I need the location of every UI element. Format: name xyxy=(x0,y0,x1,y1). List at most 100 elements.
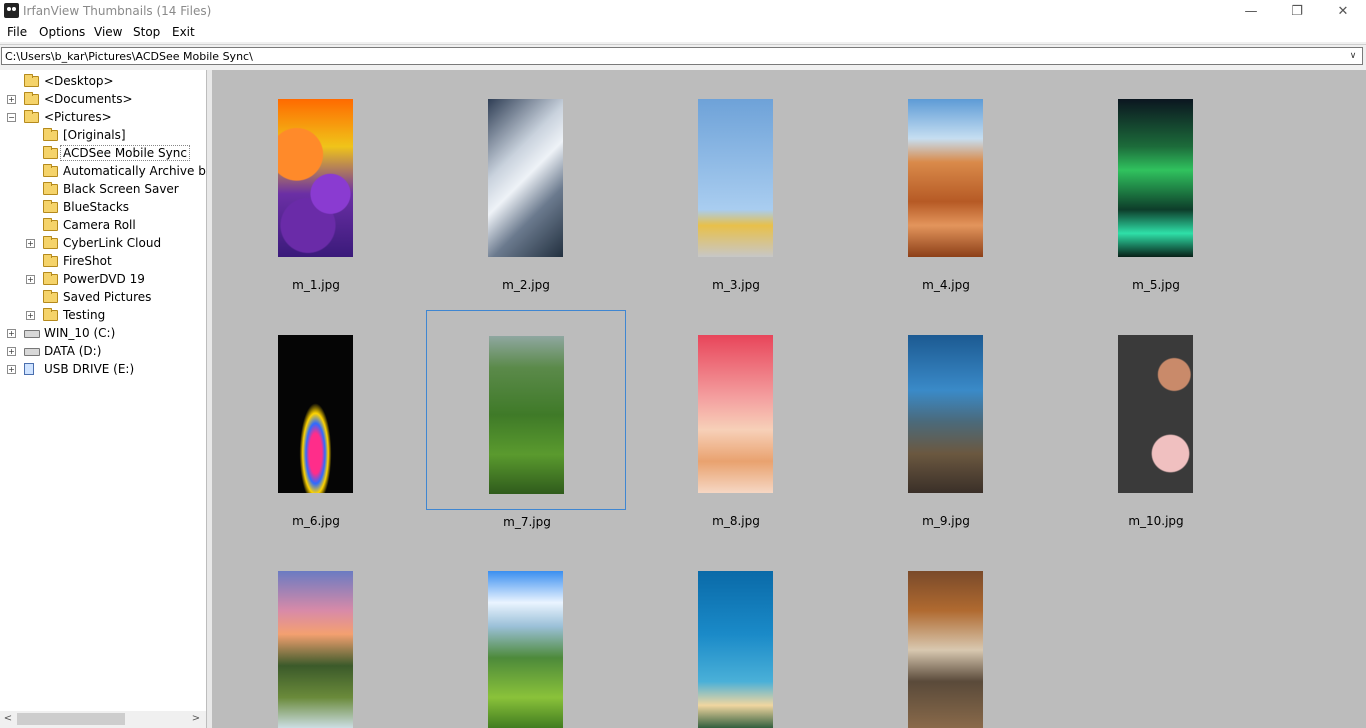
folder-icon xyxy=(43,164,58,177)
folder-icon xyxy=(43,254,58,267)
menu-stop[interactable]: Stop xyxy=(133,25,160,39)
thumbnail-item[interactable]: m_9.jpg xyxy=(846,310,1046,528)
thumbnail-filename: m_7.jpg xyxy=(503,515,551,529)
scroll-right-arrow-icon[interactable]: > xyxy=(189,712,203,726)
usb-drive-icon xyxy=(24,363,34,375)
folder-icon xyxy=(43,128,58,141)
tree-item[interactable]: Saved Pictures xyxy=(0,288,206,306)
thumbnail-image[interactable] xyxy=(278,99,353,257)
thumbnail-item[interactable]: m_12.jpg xyxy=(426,546,626,728)
thumbnail-filename: m_3.jpg xyxy=(712,278,760,292)
scroll-left-arrow-icon[interactable]: < xyxy=(1,712,15,726)
tree-item-label: <Desktop> xyxy=(44,74,114,88)
thumbnail-image[interactable] xyxy=(1118,335,1193,493)
thumbnail-filename: m_9.jpg xyxy=(922,514,970,528)
thumbnail-item[interactable]: m_3.jpg xyxy=(636,74,836,292)
folder-icon xyxy=(43,290,58,303)
expand-icon[interactable]: + xyxy=(26,275,35,284)
thumbnail-filename: m_2.jpg xyxy=(502,278,550,292)
expand-icon[interactable]: + xyxy=(7,329,16,338)
path-text: C:\Users\b_kar\Pictures\ACDSee Mobile Sy… xyxy=(5,50,253,63)
tree-item[interactable]: ACDSee Mobile Sync xyxy=(0,144,206,162)
restore-button[interactable]: ❐ xyxy=(1274,0,1320,22)
tree-item-label: WIN_10 (C:) xyxy=(44,326,116,340)
irfanview-app-icon[interactable] xyxy=(4,3,19,18)
thumbnail-image[interactable] xyxy=(698,335,773,493)
collapse-icon[interactable]: − xyxy=(7,113,16,122)
open-folder-icon xyxy=(43,146,58,159)
tree-item[interactable]: + USB DRIVE (E:) xyxy=(0,360,206,378)
folder-icon xyxy=(43,236,58,249)
tree-item[interactable]: <Desktop> xyxy=(0,72,206,90)
thumbnail-image[interactable] xyxy=(489,336,564,494)
expand-icon[interactable]: + xyxy=(7,95,16,104)
thumbnail-filename: m_10.jpg xyxy=(1128,514,1184,528)
thumbnail-item[interactable]: m_8.jpg xyxy=(636,310,836,528)
menu-exit[interactable]: Exit xyxy=(172,25,195,39)
thumbnail-grid[interactable]: m_1.jpg m_2.jpg m_3.jpg m_4.jpg m_5.jpg m_6.j… xyxy=(212,70,1366,728)
expand-icon[interactable]: + xyxy=(26,311,35,320)
thumbnail-item[interactable]: m_10.jpg xyxy=(1056,310,1256,528)
tree-item[interactable]: + WIN_10 (C:) xyxy=(0,324,206,342)
thumbnail-item[interactable]: m_1.jpg xyxy=(216,74,416,292)
thumbnail-filename: m_5.jpg xyxy=(1132,278,1180,292)
expand-icon[interactable]: + xyxy=(7,365,16,374)
thumbnail-image[interactable] xyxy=(698,571,773,728)
thumbnail-image[interactable] xyxy=(908,571,983,728)
tree-item-label: Saved Pictures xyxy=(63,290,152,304)
thumbnail-image[interactable] xyxy=(698,99,773,257)
thumbnail-item[interactable]: m_2.jpg xyxy=(426,74,626,292)
thumbnail-image[interactable] xyxy=(908,99,983,257)
thumbnail-filename: m_6.jpg xyxy=(292,514,340,528)
menu-view[interactable]: View xyxy=(94,25,122,39)
thumbnail-image[interactable] xyxy=(278,571,353,728)
tree-item-label: FireShot xyxy=(63,254,112,268)
tree-item[interactable]: + DATA (D:) xyxy=(0,342,206,360)
thumbnail-item[interactable]: m_6.jpg xyxy=(216,310,416,528)
path-combobox[interactable]: C:\Users\b_kar\Pictures\ACDSee Mobile Sy… xyxy=(1,47,1363,65)
tree-item-label: Black Screen Saver xyxy=(63,182,179,196)
tree-item[interactable]: + Testing xyxy=(0,306,206,324)
thumbnail-item[interactable]: m_14.jpg xyxy=(846,546,1046,728)
tree-item-label: PowerDVD 19 xyxy=(63,272,145,286)
folder-icon xyxy=(43,308,58,321)
chevron-down-icon[interactable]: ∨ xyxy=(1346,49,1360,63)
folder-icon xyxy=(24,92,39,105)
thumbnail-image[interactable] xyxy=(488,99,563,257)
thumbnail-image[interactable] xyxy=(278,335,353,493)
tree-item[interactable]: BlueStacks xyxy=(0,198,206,216)
tree-item[interactable]: + <Documents> xyxy=(0,90,206,108)
thumbnail-filename: m_4.jpg xyxy=(922,278,970,292)
tree-item[interactable]: FireShot xyxy=(0,252,206,270)
menu-bar: File Options View Stop Exit xyxy=(0,22,1366,42)
tree-item[interactable]: Automatically Archive by F xyxy=(0,162,206,180)
menu-file[interactable]: File xyxy=(7,25,27,39)
thumbnail-item[interactable]: m_11.jpg xyxy=(216,546,416,728)
tree-item-label: Testing xyxy=(63,308,106,322)
thumbnail-item[interactable]: m_4.jpg xyxy=(846,74,1046,292)
thumbnail-item[interactable]: m_13.jpg xyxy=(636,546,836,728)
menu-options[interactable]: Options xyxy=(39,25,85,39)
thumbnail-image[interactable] xyxy=(488,571,563,728)
tree-item[interactable]: − <Pictures> xyxy=(0,108,206,126)
thumbnail-image[interactable] xyxy=(1118,99,1193,257)
tree-item-label: Camera Roll xyxy=(63,218,136,232)
folder-icon xyxy=(43,200,58,213)
folder-tree[interactable]: <Desktop> + <Documents> − <Pictures> [Origina… xyxy=(0,70,207,711)
tree-horizontal-scrollbar[interactable]: < > xyxy=(0,711,207,728)
thumbnail-image[interactable] xyxy=(908,335,983,493)
tree-item[interactable]: [Originals] xyxy=(0,126,206,144)
expand-icon[interactable]: + xyxy=(26,239,35,248)
tree-item-label: Automatically Archive by F xyxy=(63,164,206,178)
thumbnail-item[interactable]: m_5.jpg xyxy=(1056,74,1256,292)
scrollbar-thumb[interactable] xyxy=(17,713,125,725)
minimize-button[interactable]: — xyxy=(1228,0,1274,22)
tree-item[interactable]: + PowerDVD 19 xyxy=(0,270,206,288)
tree-item[interactable]: Camera Roll xyxy=(0,216,206,234)
expand-icon[interactable]: + xyxy=(7,347,16,356)
close-button[interactable]: ✕ xyxy=(1320,0,1366,22)
thumbnail-item[interactable]: m_7.jpg xyxy=(426,310,626,529)
tree-item-label: DATA (D:) xyxy=(44,344,102,358)
tree-item[interactable]: + CyberLink Cloud xyxy=(0,234,206,252)
tree-item[interactable]: Black Screen Saver xyxy=(0,180,206,198)
